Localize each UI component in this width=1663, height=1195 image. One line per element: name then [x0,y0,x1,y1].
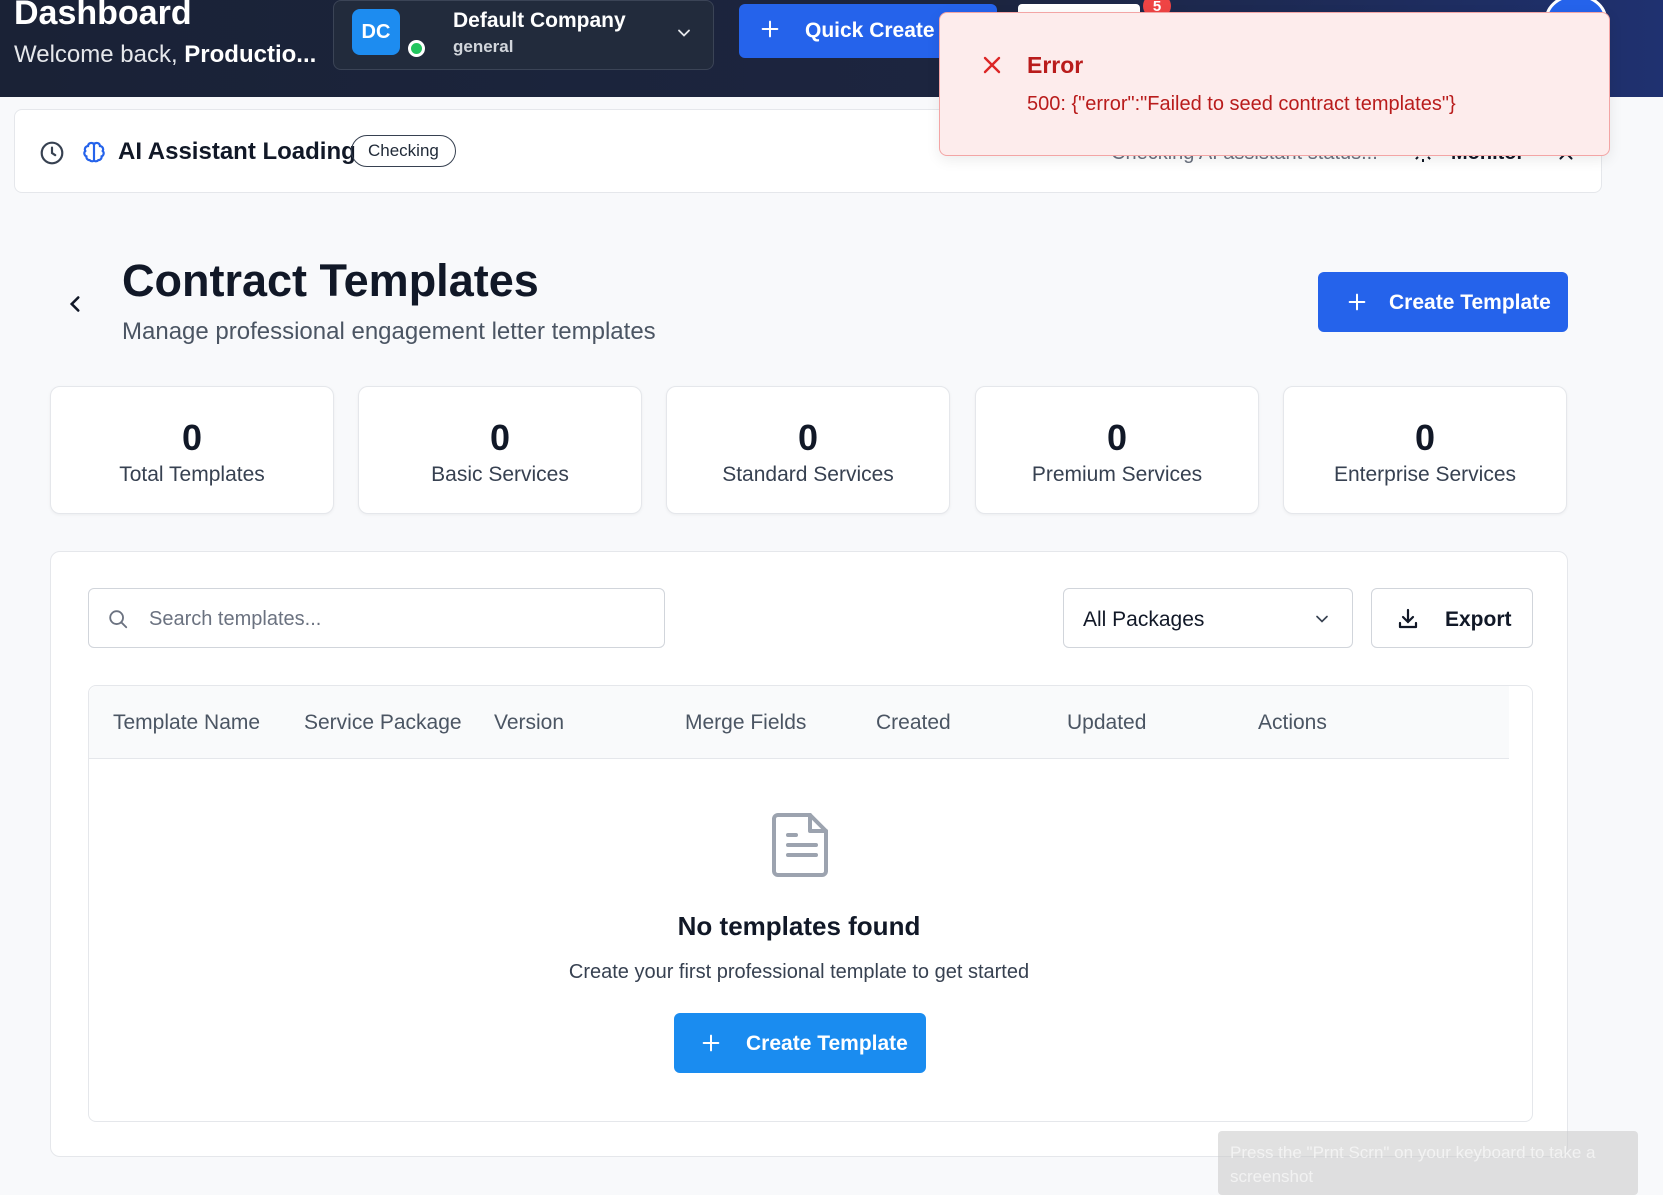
table-header: Template Name Service Package Version Me… [89,686,1509,759]
online-status-dot [408,40,425,57]
quick-create-label: Quick Create [805,19,935,42]
empty-state-subtitle: Create your first professional template … [568,961,1030,983]
stat-value: 0 [181,417,203,458]
brain-icon [83,141,105,163]
column-header-template-name[interactable]: Template Name [113,711,260,735]
back-chevron-icon[interactable] [62,291,88,317]
column-header-actions: Actions [1258,711,1327,734]
stat-label: Total Templates [119,463,265,486]
page-title: Contract Templates [122,255,539,306]
empty-state-create-button[interactable]: Create Template [674,1013,926,1073]
screenshot-hint-overlay: Press the "Prnt Scrn" on your keyboard t… [1218,1131,1638,1195]
stat-label: Premium Services [1031,463,1203,486]
plus-icon [702,1034,720,1052]
stat-label: Standard Services [722,463,894,486]
company-subtitle: general [453,37,514,56]
plus-icon [1348,293,1366,311]
page-subtitle: Manage professional engagement letter te… [122,318,656,345]
stat-label: Basic Services [431,463,569,486]
ai-status-badge: Checking [351,135,456,167]
welcome-user: Productio... [184,41,317,68]
welcome-prefix: Welcome back, [14,41,185,68]
download-icon [1398,608,1418,629]
stat-label: Enterprise Services [1333,463,1517,486]
package-filter-select[interactable]: All Packages [1063,588,1353,648]
stat-card-enterprise: 0 Enterprise Services [1283,386,1567,514]
templates-table: Template Name Service Package Version Me… [88,685,1533,1122]
column-header-merge-fields[interactable]: Merge Fields [685,711,806,735]
plus-icon [761,20,779,38]
export-label: Export [1445,608,1512,631]
package-filter-value: All Packages [1083,608,1205,631]
create-template-label: Create Template [1389,291,1551,314]
ai-assistant-title: AI Assistant Loading [118,138,356,165]
toast-message: 500: {"error":"Failed to seed contract t… [1027,93,1456,115]
column-header-updated[interactable]: Updated [1067,711,1146,735]
clock-icon [40,141,64,165]
error-x-icon [983,56,1001,74]
company-switcher[interactable]: DC Default Company general [333,0,714,70]
screenshot-hint-text: Press the "Prnt Scrn" on your keyboard t… [1230,1143,1596,1186]
empty-state-create-label: Create Template [746,1032,908,1055]
stat-value: 0 [489,417,511,458]
stat-card-premium: 0 Premium Services [975,386,1259,514]
chevron-down-icon [1316,615,1328,623]
search-icon [109,610,128,629]
stat-value: 0 [1414,417,1436,458]
column-header-created[interactable]: Created [876,711,951,735]
export-button[interactable]: Export [1371,588,1533,648]
toast-title: Error [1027,52,1084,78]
create-template-button[interactable]: Create Template [1318,272,1568,332]
templates-panel: All Packages Export Template Name Servic… [50,551,1568,1157]
search-input[interactable] [149,599,649,639]
dashboard-title: Dashboard [14,0,192,32]
empty-state-title: No templates found [677,911,921,941]
search-box[interactable] [88,588,665,648]
welcome-message: Welcome back, Productio... [14,41,316,69]
column-header-service-package[interactable]: Service Package [304,711,462,735]
chevron-down-icon [678,29,690,37]
stat-value: 0 [797,417,819,458]
document-icon [772,813,828,877]
stat-card-basic: 0 Basic Services [358,386,642,514]
error-toast[interactable]: Error 500: {"error":"Failed to seed cont… [939,12,1610,156]
column-header-version[interactable]: Version [494,711,564,735]
stat-card-total: 0 Total Templates [50,386,334,514]
company-name: Default Company [453,9,626,32]
stat-value: 0 [1106,417,1128,458]
stat-card-standard: 0 Standard Services [666,386,950,514]
company-avatar: DC [352,9,400,55]
